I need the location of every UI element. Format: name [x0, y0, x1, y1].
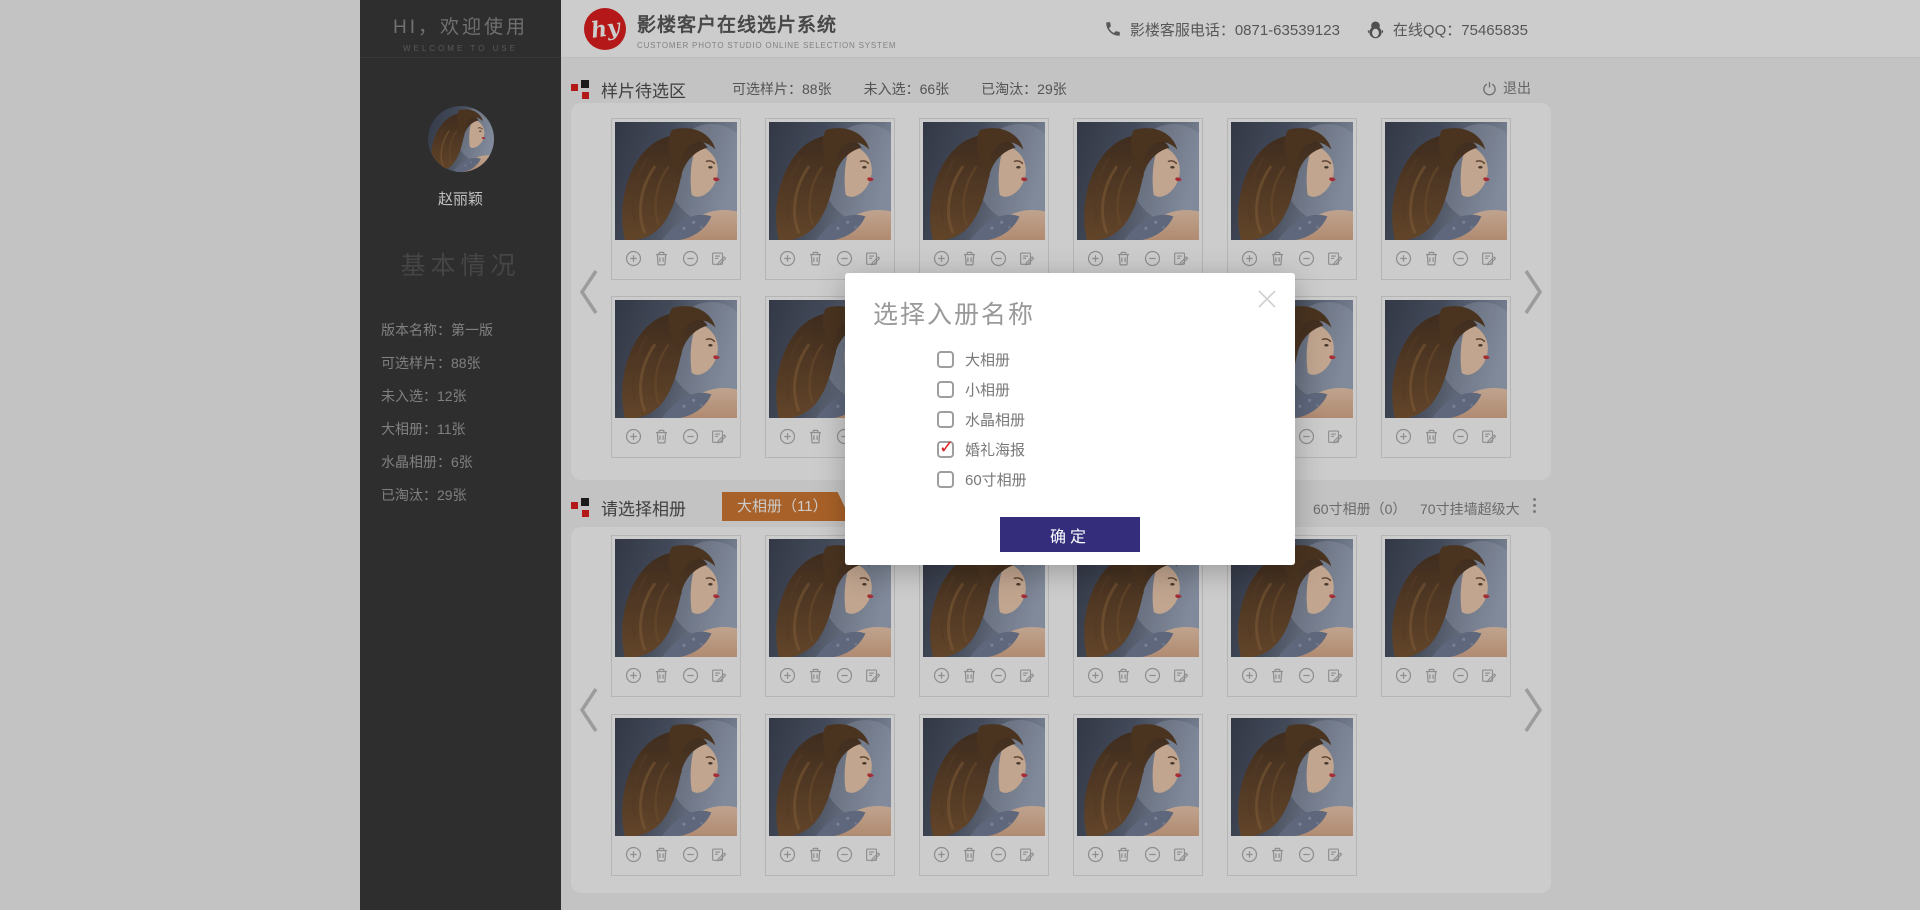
checkbox-unchecked[interactable]: [937, 381, 954, 398]
checkbox-unchecked[interactable]: [937, 411, 954, 428]
album-option-label: 小相册: [965, 379, 1010, 400]
album-option-label: 婚礼海报: [965, 439, 1025, 460]
album-option[interactable]: 60寸相册: [937, 464, 1027, 494]
album-option-label: 水晶相册: [965, 409, 1025, 430]
checkbox-unchecked[interactable]: [937, 351, 954, 368]
album-option-label: 60寸相册: [965, 469, 1027, 490]
album-option[interactable]: 小相册: [937, 374, 1027, 404]
close-icon[interactable]: [1255, 287, 1279, 311]
checkbox-unchecked[interactable]: [937, 471, 954, 488]
album-option[interactable]: 大相册: [937, 344, 1027, 374]
dialog-title: 选择入册名称: [873, 295, 1035, 331]
check-icon: ✓: [939, 438, 954, 456]
album-option[interactable]: 水晶相册: [937, 404, 1027, 434]
album-name-dialog: 选择入册名称 大相册小相册水晶相册 ✓ 婚礼海报 60寸相册 确定: [845, 273, 1295, 565]
checkbox-checked[interactable]: ✓: [937, 441, 954, 458]
album-option-list: 大相册小相册水晶相册 ✓ 婚礼海报 60寸相册: [937, 344, 1027, 494]
album-option[interactable]: ✓ 婚礼海报: [937, 434, 1027, 464]
confirm-button[interactable]: 确定: [1000, 517, 1140, 552]
album-option-label: 大相册: [965, 349, 1010, 370]
